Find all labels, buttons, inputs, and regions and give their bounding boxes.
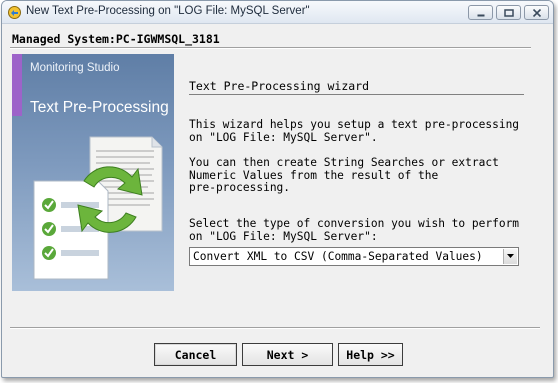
restore-button[interactable] — [496, 5, 521, 20]
window-controls — [468, 5, 549, 20]
conversion-type-select[interactable]: Convert XML to CSV (Comma-Separated Valu… — [189, 247, 519, 266]
minimize-button[interactable] — [468, 5, 493, 20]
restore-icon — [503, 8, 514, 17]
text-preprocessing-illustration — [33, 136, 163, 280]
wizard-title-divider — [189, 94, 524, 95]
footer-divider — [10, 327, 540, 329]
wizard-title: Text Pre-Processing wizard — [189, 79, 370, 93]
conversion-dropdown-button[interactable] — [503, 249, 517, 264]
window-title: New Text Pre-Processing on "LOG File: My… — [26, 5, 310, 17]
banner-heading: Text Pre-Processing — [30, 99, 169, 116]
wizard-window: New Text Pre-Processing on "LOG File: My… — [1, 0, 554, 378]
conversion-prompt: Select the type of conversion you wish t… — [189, 217, 520, 243]
wizard-banner: Monitoring Studio Text Pre-Processing — [12, 54, 174, 291]
cancel-button[interactable]: Cancel — [154, 343, 237, 366]
next-button[interactable]: Next > — [242, 343, 333, 366]
banner-brand: Monitoring Studio — [30, 62, 120, 74]
title-bar[interactable]: New Text Pre-Processing on "LOG File: My… — [2, 1, 553, 24]
chevron-down-icon — [507, 254, 514, 258]
close-icon — [532, 8, 541, 17]
minimize-icon — [477, 14, 484, 16]
wizard-intro-text: This wizard helps you setup a text pre-p… — [189, 118, 520, 144]
close-button[interactable] — [524, 5, 549, 20]
app-icon — [8, 6, 21, 19]
header-divider — [10, 47, 531, 49]
wizard-description-text: You can then create String Searches or e… — [189, 156, 499, 194]
managed-system-label: Managed System:PC-IGWMSQL_3181 — [12, 32, 220, 46]
help-button[interactable]: Help >> — [338, 343, 403, 366]
conversion-type-value: Convert XML to CSV (Comma-Separated Valu… — [193, 250, 483, 263]
banner-accent-bar — [12, 54, 22, 116]
